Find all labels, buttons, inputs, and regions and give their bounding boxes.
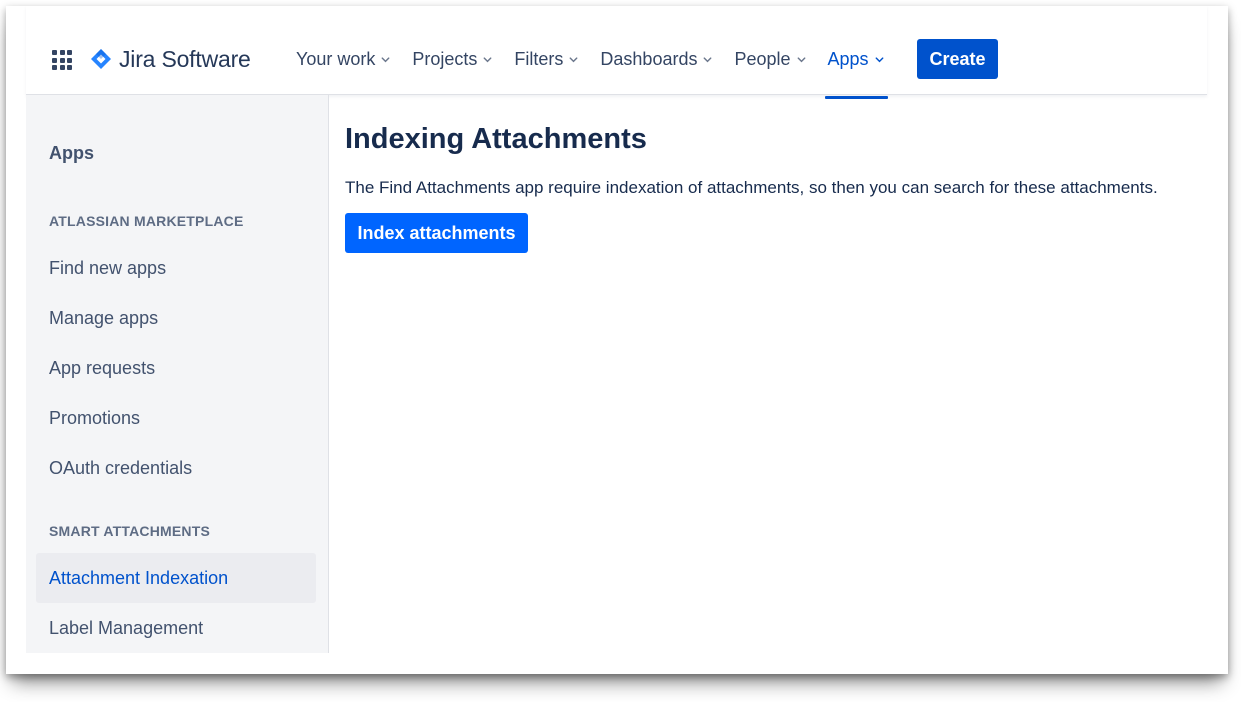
create-button[interactable]: Create (917, 39, 998, 79)
sidebar-item-label: Find new apps (49, 257, 167, 278)
nav-filters[interactable]: Filters (514, 38, 579, 80)
section-heading-marketplace: ATLASSIAN MARKETPLACE (49, 213, 244, 229)
primary-nav: Your work Projects Filters Dashboards Pe… (296, 38, 906, 99)
sidebar-item-label: Attachment Indexation (49, 567, 229, 588)
chevron-down-icon (797, 56, 805, 62)
sidebar-item-label: App requests (49, 357, 156, 378)
nav-your-work[interactable]: Your work (296, 38, 391, 80)
sidebar-item-find-new-apps[interactable]: Find new apps (36, 243, 316, 293)
app-window: Jira Software Your work Projects Filters… (6, 6, 1228, 674)
nav-apps[interactable]: Apps (824, 38, 888, 99)
section-heading-smart-attachments: SMART ATTACHMENTS (49, 523, 211, 539)
app-switcher-grid-icon[interactable] (52, 50, 72, 70)
index-attachments-button[interactable]: Index attachments (345, 213, 528, 253)
sidebar: Apps ATLASSIAN MARKETPLACE Find new apps… (26, 95, 329, 653)
chevron-down-icon (381, 56, 390, 62)
chevron-down-icon (704, 56, 712, 62)
nav-dashboards[interactable]: Dashboards (600, 38, 713, 80)
chevron-down-icon (875, 56, 884, 62)
jira-logo[interactable]: Jira Software (90, 46, 251, 72)
nav-label: Projects (412, 48, 478, 69)
sidebar-item-label-management[interactable]: Label Management (36, 603, 316, 653)
sidebar-item-oauth-credentials[interactable]: OAuth credentials (36, 443, 316, 493)
nav-label: Apps (827, 48, 869, 69)
nav-projects[interactable]: Projects (412, 38, 493, 80)
sidebar-item-manage-apps[interactable]: Manage apps (36, 293, 316, 343)
sidebar-item-label: OAuth credentials (49, 457, 193, 478)
sidebar-item-promotions[interactable]: Promotions (36, 393, 316, 443)
sidebar-title: Apps (49, 143, 94, 163)
sidebar-item-attachment-indexation[interactable]: Attachment Indexation (36, 553, 316, 603)
chevron-down-icon (569, 56, 578, 62)
nav-label: Dashboards (600, 48, 698, 69)
sidebar-item-label: Label Management (49, 617, 204, 638)
sidebar-item-label: Manage apps (49, 307, 159, 328)
chevron-down-icon (483, 56, 492, 62)
nav-label: Filters (514, 48, 564, 69)
nav-people[interactable]: People (734, 38, 806, 80)
page-description: The Find Attachments app require indexat… (345, 178, 1158, 197)
nav-label: People (734, 48, 791, 69)
app-name: Jira Software (119, 45, 251, 72)
top-navigation: Jira Software Your work Projects Filters… (26, 6, 1207, 99)
sidebar-item-label: Promotions (49, 407, 141, 428)
page-title: Indexing Attachments (345, 123, 647, 155)
sidebar-item-app-requests[interactable]: App requests (36, 343, 316, 393)
jira-diamond-icon (91, 49, 111, 69)
nav-label: Your work (296, 48, 376, 69)
